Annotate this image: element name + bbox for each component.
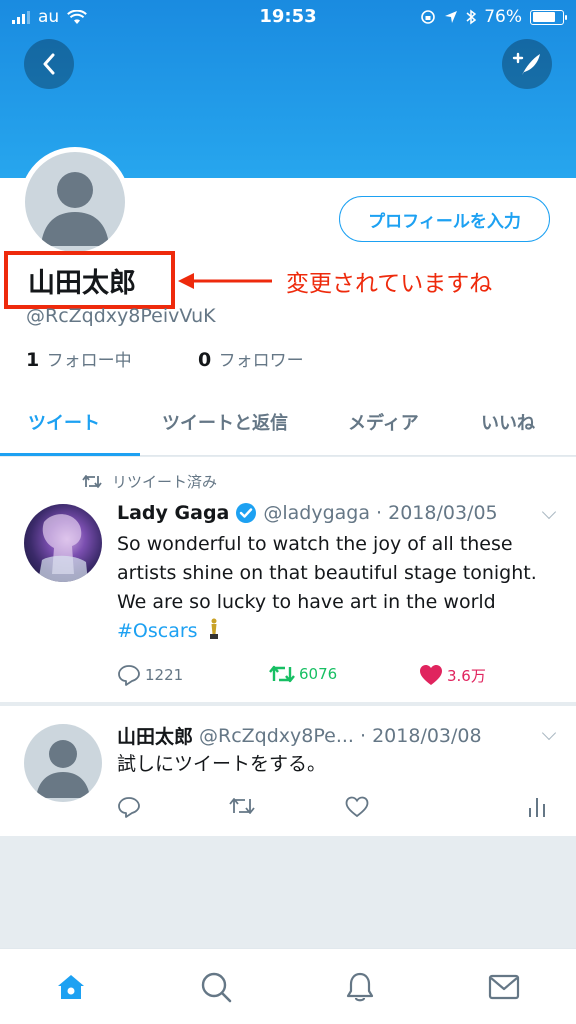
following-link[interactable]: 1 フォロー中 (26, 346, 132, 371)
following-count: 1 (26, 349, 40, 371)
home-tab[interactable] (51, 967, 91, 1007)
following-label: フォロー中 (46, 351, 132, 371)
tab-tweets[interactable]: ツイート (28, 409, 100, 435)
search-icon (201, 972, 232, 1003)
tweet-card[interactable]: リツイート済み Lady Gaga @ladygaga · 2018/03/05… (0, 457, 576, 702)
home-icon (58, 975, 84, 999)
tweet-actions (117, 796, 557, 822)
reply-icon (118, 665, 140, 686)
like-button[interactable]: 3.6万 (419, 664, 486, 686)
chevron-left-icon (43, 53, 55, 75)
oscar-statue-icon (209, 618, 218, 639)
active-tab-indicator (0, 453, 140, 456)
compose-tweet-button[interactable] (502, 39, 552, 89)
rotation-lock-icon (421, 10, 436, 24)
battery-icon (530, 9, 567, 25)
reply-count: 1221 (145, 666, 184, 684)
default-avatar-icon (41, 172, 109, 246)
notifications-tab[interactable] (340, 967, 380, 1007)
retweet-label: リツイート済み (112, 473, 218, 491)
battery-percent: 76% (484, 7, 522, 27)
search-tab[interactable] (196, 967, 236, 1007)
profile-tabs: ツイート ツイートと返信 メディア いいね (0, 396, 576, 456)
tweet-author-avatar[interactable] (24, 724, 102, 802)
tweet-author-name[interactable]: Lady Gaga (117, 502, 229, 524)
profile-avatar[interactable] (20, 147, 130, 257)
default-avatar-icon (36, 740, 90, 798)
tweet-author-avatar[interactable] (24, 504, 102, 582)
tab-likes[interactable]: いいね (481, 409, 535, 435)
tweet-author-name[interactable]: 山田太郎 (117, 722, 193, 749)
heart-icon (345, 796, 369, 818)
tweet-actions: 1221 6076 3.6万 (117, 664, 557, 690)
followers-label: フォロワー (218, 351, 304, 371)
verified-badge-icon (236, 503, 257, 523)
location-icon (445, 11, 458, 23)
retweet-count: 6076 (299, 665, 338, 683)
like-button[interactable] (345, 796, 369, 818)
bell-icon (346, 972, 374, 1002)
reply-button[interactable] (117, 796, 141, 818)
retweet-icon (269, 665, 295, 683)
followers-count: 0 (198, 349, 212, 371)
retweet-icon (229, 798, 255, 814)
hashtag-link[interactable]: #Oscars (117, 620, 198, 642)
compose-feather-icon (512, 52, 540, 75)
tweet-header: Lady Gaga @ladygaga · 2018/03/05 (117, 502, 498, 524)
tweet-card[interactable]: 山田太郎 @RcZqdxy8Pe... · 2018/03/08 試しにツイート… (0, 706, 576, 836)
edit-profile-button[interactable]: プロフィールを入力 (339, 196, 550, 242)
reply-button[interactable]: 1221 (117, 664, 183, 686)
followers-link[interactable]: 0 フォロワー (198, 346, 304, 371)
analytics-icon (529, 798, 545, 817)
profile-handle: @RcZqdxy8PeivVuK (26, 305, 216, 327)
mail-icon (488, 974, 520, 1000)
retweet-indicator: リツイート済み (82, 471, 217, 492)
tab-tweets-and-replies[interactable]: ツイートと返信 (162, 409, 288, 435)
annotation-arrow (178, 273, 272, 289)
bottom-tab-bar (0, 948, 576, 1024)
analytics-button[interactable] (527, 796, 547, 818)
tweet-text: 試しにツイートをする。 (117, 753, 327, 775)
bluetooth-icon (466, 9, 477, 25)
reply-icon (118, 797, 140, 818)
back-button[interactable] (24, 39, 74, 89)
chevron-down-icon[interactable] (541, 504, 557, 520)
profile-display-name: 山田太郎 (4, 251, 175, 309)
avatar-photo (38, 514, 88, 582)
tweet-handle-date: @RcZqdxy8Pe... · 2018/03/08 (199, 724, 482, 747)
retweet-button[interactable]: 6076 (269, 664, 337, 684)
heart-filled-icon (420, 665, 442, 685)
chevron-down-icon[interactable] (541, 725, 557, 741)
tweet-text: So wonderful to watch the joy of all the… (117, 530, 537, 646)
retweet-button[interactable] (229, 796, 255, 816)
tweet-handle-date: @ladygaga · 2018/03/05 (263, 502, 498, 524)
status-bar: au 19:53 76% (0, 0, 576, 36)
like-count: 3.6万 (447, 666, 486, 685)
annotation-text: 変更されていますね (286, 271, 493, 297)
tweet-header: 山田太郎 @RcZqdxy8Pe... · 2018/03/08 (117, 722, 482, 749)
messages-tab[interactable] (484, 967, 524, 1007)
tab-media[interactable]: メディア (348, 409, 419, 435)
retweet-icon (82, 475, 102, 488)
tweet-body: So wonderful to watch the joy of all the… (117, 533, 537, 613)
